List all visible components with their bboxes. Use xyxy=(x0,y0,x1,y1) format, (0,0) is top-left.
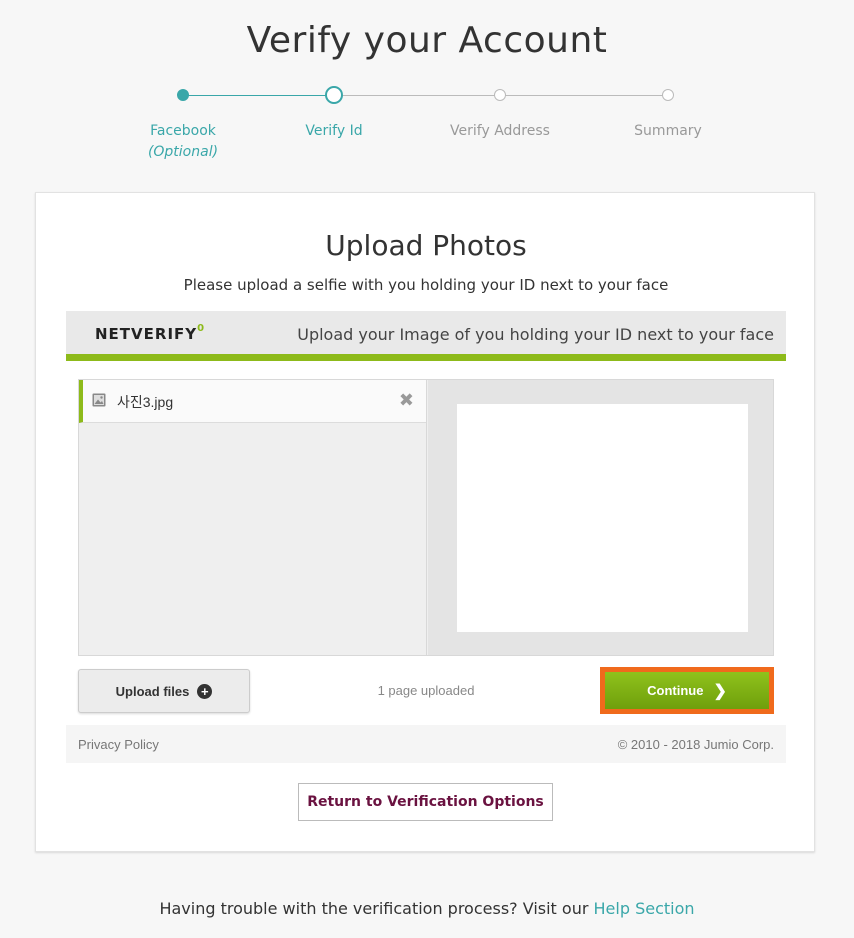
continue-label: Continue xyxy=(647,683,704,698)
progress-stepper: Facebook (Optional) Verify Id Verify Add… xyxy=(0,86,854,166)
file-list: 사진3.jpg ✖ xyxy=(79,380,427,655)
step-dot-facebook xyxy=(177,89,189,101)
return-to-verification-options-button[interactable]: Return to Verification Options xyxy=(298,783,553,821)
file-list-item[interactable]: 사진3.jpg ✖ xyxy=(79,380,426,423)
plus-circle-icon: + xyxy=(197,683,213,699)
upload-files-button[interactable]: Upload files + xyxy=(78,669,250,713)
step-connector xyxy=(334,95,500,96)
help-section-link[interactable]: Help Section xyxy=(594,899,695,918)
image-file-icon xyxy=(92,393,106,407)
step-label-verify-id: Verify Id xyxy=(305,123,363,139)
upload-area: 사진3.jpg ✖ xyxy=(78,379,774,656)
card-subtitle: Please upload a selfie with you holding … xyxy=(183,276,669,294)
netverify-footer: Privacy Policy © 2010 - 2018 Jumio Corp. xyxy=(66,725,786,763)
step-dot-summary xyxy=(662,89,674,101)
upload-card: Upload Photos Please upload a selfie wit… xyxy=(35,192,815,852)
image-preview-pane xyxy=(428,380,773,655)
step-dot-verify-address xyxy=(494,89,506,101)
netverify-logo: NETVERIFY0 xyxy=(95,323,206,343)
step-connector xyxy=(183,95,334,96)
continue-highlight: Continue ❯ xyxy=(600,667,774,714)
image-preview xyxy=(457,404,748,632)
file-name: 사진3.jpg xyxy=(117,394,174,410)
help-prompt: Having trouble with the verification pro… xyxy=(159,899,594,918)
step-label-verify-address: Verify Address xyxy=(450,123,550,139)
step-sublabel-optional: (Optional) xyxy=(147,144,219,160)
continue-button[interactable]: Continue ❯ xyxy=(605,672,769,709)
step-label-summary: Summary xyxy=(634,123,702,139)
netverify-caption: Upload your Image of you holding your ID… xyxy=(297,325,774,344)
step-dot-verify-id xyxy=(325,86,343,104)
help-text: Having trouble with the verification pro… xyxy=(0,899,854,918)
upload-status: 1 page uploaded xyxy=(377,683,475,698)
netverify-logo-mark: 0 xyxy=(197,323,206,334)
step-label-facebook: Facebook xyxy=(150,123,216,139)
upload-files-label: Upload files xyxy=(115,683,190,699)
page-title: Verify your Account xyxy=(246,20,608,61)
card-title: Upload Photos xyxy=(325,229,527,262)
netverify-header: NETVERIFY0 Upload your Image of you hold… xyxy=(66,311,786,361)
privacy-policy-link[interactable]: Privacy Policy xyxy=(78,737,159,752)
step-connector xyxy=(500,95,668,96)
netverify-logo-text: NETVERIFY xyxy=(95,325,198,343)
copyright: © 2010 - 2018 Jumio Corp. xyxy=(617,737,774,752)
remove-file-icon[interactable]: ✖ xyxy=(399,391,414,409)
chevron-right-icon: ❯ xyxy=(713,682,727,700)
